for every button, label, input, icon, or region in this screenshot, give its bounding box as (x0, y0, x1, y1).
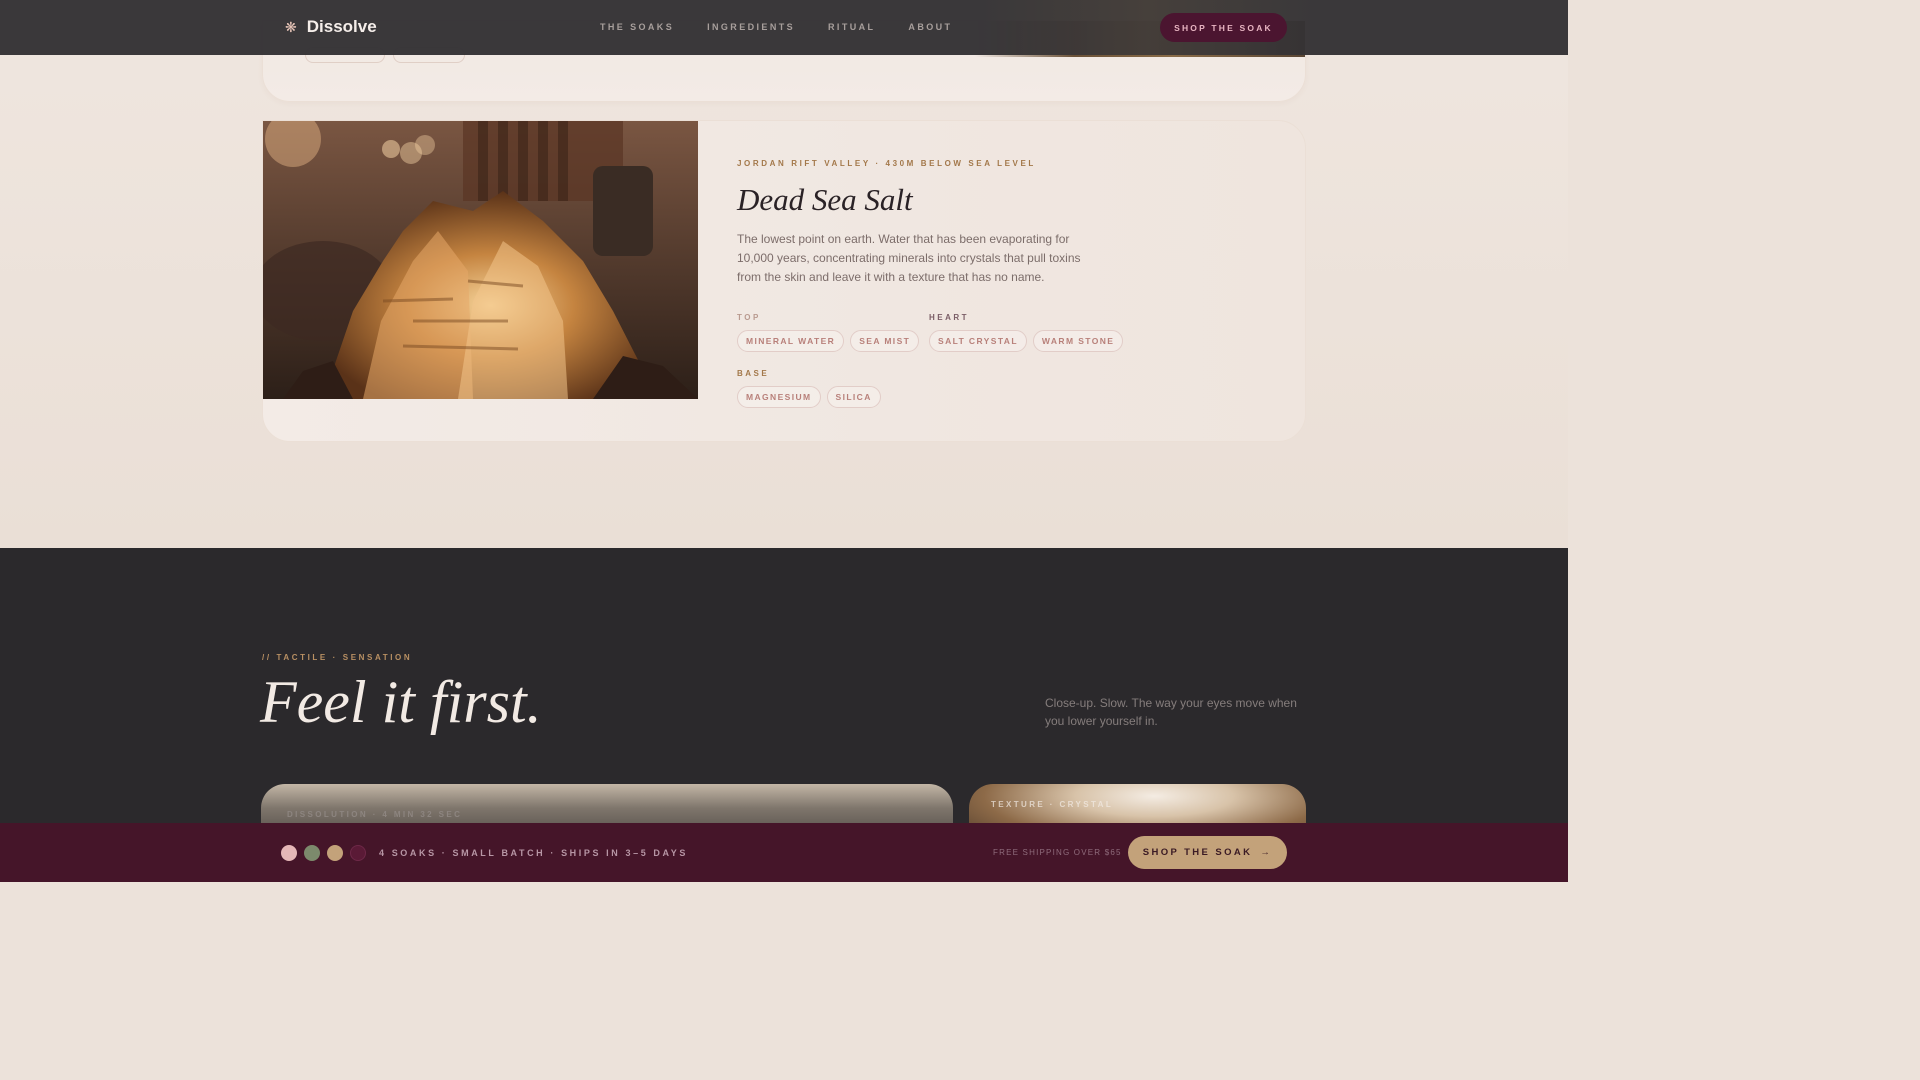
note-label-top: TOP (737, 313, 761, 322)
nav-link-ingredients[interactable]: INGREDIENTS (707, 22, 795, 32)
ingredient-details: JORDAN RIFT VALLEY · 430M BELOW SEA LEVE… (737, 159, 1124, 413)
salt-crystal-image (263, 121, 698, 399)
note-group-top: TOP MINERAL WATER SEA MIST (737, 313, 920, 352)
scent-notes: TOP MINERAL WATER SEA MIST HEART SALT CR… (737, 313, 1124, 413)
sticky-bottom-bar: 4 SOAKS · SMALL BATCH · SHIPS IN 3–5 DAY… (0, 823, 1568, 882)
sun-flower-icon: ❋ (285, 18, 297, 35)
ingredient-description: The lowest point on earth. Water that ha… (737, 232, 1081, 284)
ingredients-section: JORDAN RIFT VALLEY · 430M BELOW SEA LEVE… (0, 0, 1568, 548)
swatch-rose[interactable] (281, 845, 297, 861)
tactile-description: Close-up. Slow. The way your eyes move w… (1045, 696, 1297, 728)
brand-name: Dissolve (306, 17, 377, 36)
chip-sea-mist[interactable]: SEA MIST (850, 330, 920, 352)
swatch-gold[interactable] (327, 845, 343, 861)
chip-silica[interactable]: SILICA (826, 386, 881, 408)
nav-link-the-soaks[interactable]: THE SOAKS (600, 22, 674, 32)
chip-warm-stone[interactable]: WARM STONE (1032, 330, 1124, 352)
swatch-sage[interactable] (304, 845, 320, 861)
note-label-base: BASE (737, 369, 770, 378)
bar-cta-label: SHOP THE SOAK (1142, 847, 1253, 858)
shop-the-soak-bar-button[interactable]: SHOP THE SOAK → (1128, 836, 1287, 869)
soak-swatches (281, 845, 366, 861)
note-label-heart: HEART (929, 313, 970, 322)
soak-summary: 4 SOAKS · SMALL BATCH · SHIPS IN 3–5 DAY… (379, 848, 688, 858)
nav-link-ritual[interactable]: RITUAL (828, 22, 875, 32)
free-shipping-note: FREE SHIPPING OVER $65 (993, 848, 1122, 857)
chip-mineral-water[interactable]: MINERAL WATER (737, 330, 845, 352)
chip-magnesium[interactable]: MAGNESIUM (737, 386, 821, 408)
nav-link-about[interactable]: ABOUT (908, 22, 952, 32)
shop-the-soak-button[interactable]: SHOP THE SOAK (1160, 13, 1287, 42)
chip-salt-crystal[interactable]: SALT CRYSTAL (929, 330, 1027, 352)
note-group-base: BASE MAGNESIUM SILICA (737, 369, 881, 408)
tactile-title: Feel it first. (260, 669, 542, 735)
ingredient-card: JORDAN RIFT VALLEY · 430M BELOW SEA LEVE… (262, 120, 1306, 442)
salt-crystal-illustration (263, 121, 698, 399)
top-navigation: ❋ Dissolve THE SOAKS INGREDIENTS RITUAL … (0, 0, 1568, 55)
note-group-heart: HEART SALT CRYSTAL WARM STONE (929, 313, 1124, 352)
tile-label-texture: TEXTURE · CRYSTAL (991, 800, 1114, 809)
brand-logo[interactable]: ❋ Dissolve (285, 17, 377, 37)
ingredient-title: Dead Sea Salt (737, 182, 913, 217)
nav-links: THE SOAKS INGREDIENTS RITUAL ABOUT (600, 22, 952, 32)
origin-eyebrow: JORDAN RIFT VALLEY · 430M BELOW SEA LEVE… (737, 159, 1036, 168)
arrow-right-icon: → (1260, 847, 1273, 858)
tile-label-dissolution: DISSOLUTION · 4 MIN 32 SEC (287, 810, 463, 819)
tactile-eyebrow: // TACTILE · SENSATION (262, 653, 413, 662)
swatch-plum[interactable] (350, 845, 366, 861)
